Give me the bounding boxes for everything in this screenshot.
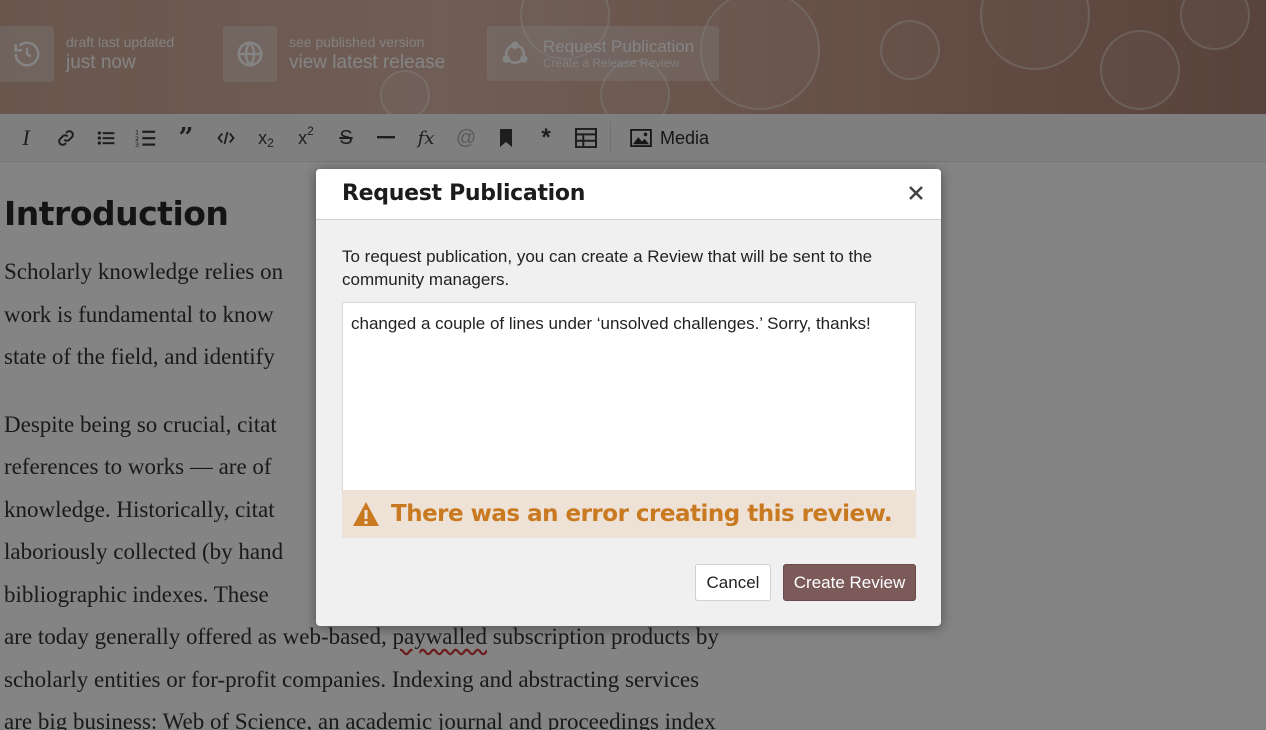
close-icon[interactable] [904,181,928,205]
error-callout: There was an error creating this review. [342,490,916,538]
error-message: There was an error creating this review. [391,501,893,527]
create-review-button[interactable]: Create Review [783,564,916,601]
dialog-header: Request Publication [316,169,941,220]
warning-icon [353,502,379,526]
cancel-button[interactable]: Cancel [695,564,771,601]
dialog-title: Request Publication [342,181,586,206]
dialog-description: To request publication, you can create a… [342,247,873,289]
request-publication-dialog: Request Publication To request publicati… [316,169,941,626]
review-textarea[interactable]: changed a couple of lines under ‘unsolve… [342,302,916,490]
